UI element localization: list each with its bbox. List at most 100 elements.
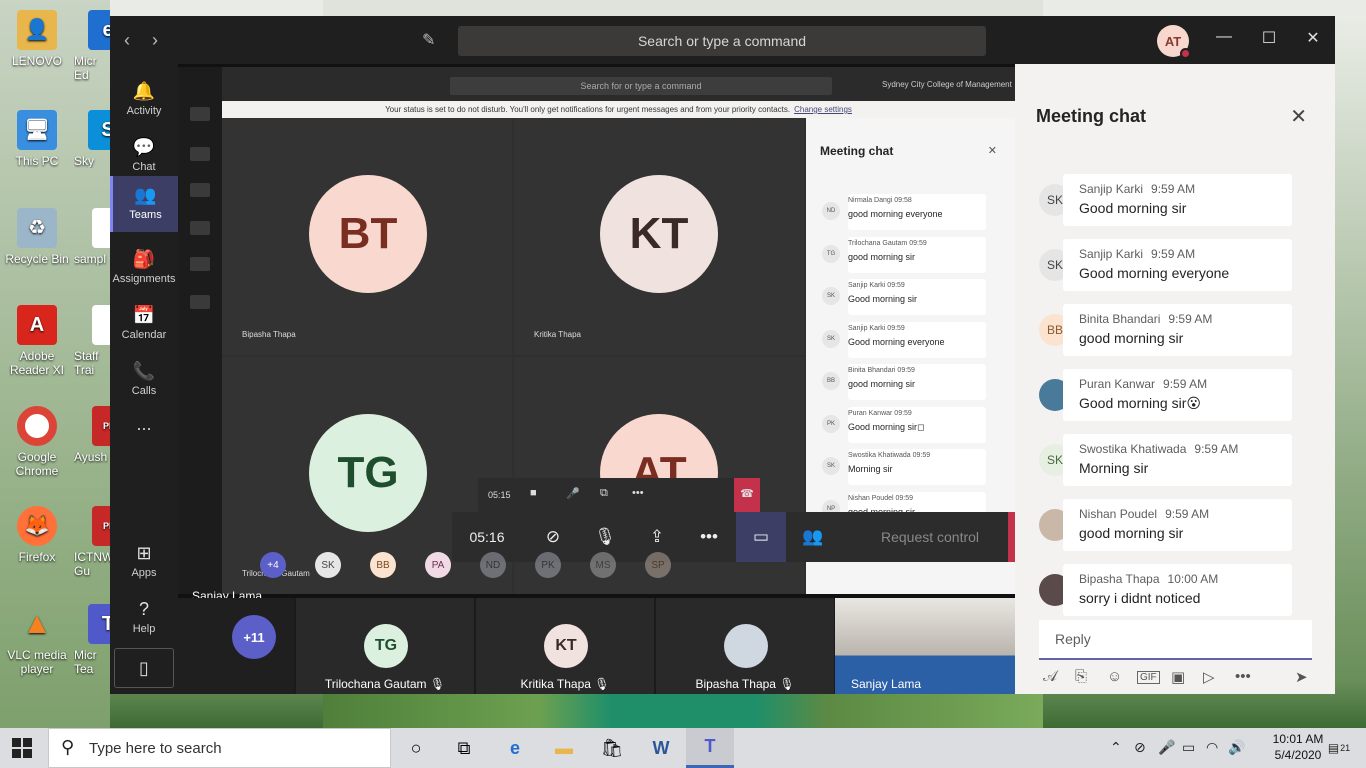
- rail-more[interactable]: ...: [110, 414, 178, 470]
- desktop-icon-edge[interactable]: e Micr Ed: [74, 10, 110, 82]
- desktop-icon-lenovo[interactable]: 👤 LENOVO: [1, 10, 73, 68]
- chat-text: Good morning sir😮: [1079, 395, 1201, 411]
- mini-avatar[interactable]: SK: [315, 552, 341, 578]
- rail-activity[interactable]: 🔔 Activity: [110, 72, 178, 128]
- desktop-icon-teams[interactable]: T Micr Tea: [74, 604, 110, 676]
- request-control-button[interactable]: Request control: [852, 512, 1008, 562]
- close-window-icon[interactable]: ✕: [1303, 28, 1323, 48]
- taskbar-search[interactable]: ⚲ Type here to search: [48, 728, 391, 768]
- meet-now-icon[interactable]: ▷: [1203, 668, 1215, 686]
- clock[interactable]: 10:01 AM 5/4/2020: [1268, 731, 1328, 763]
- format-icon[interactable]: 𝒜: [1043, 668, 1057, 685]
- reply-input[interactable]: Reply: [1039, 620, 1312, 660]
- show-chat-button[interactable]: ▭: [736, 512, 786, 562]
- wifi-icon[interactable]: ◠: [1206, 739, 1218, 756]
- rail-label: Activity: [126, 105, 162, 117]
- participant-tile[interactable]: TG Trilochana Gautam 🎙: [296, 598, 474, 694]
- dnd-banner-text: Your status is set to do not disturb. Yo…: [385, 105, 791, 114]
- cortana-icon[interactable]: ○: [392, 728, 440, 768]
- desktop-icon-skype[interactable]: S Sky: [74, 110, 110, 168]
- more-actions-button[interactable]: •••: [684, 512, 734, 562]
- search-icon: ⚲: [61, 737, 75, 757]
- desktop-icon-chrome[interactable]: Google Chrome: [1, 406, 73, 478]
- shared-org-name: Sydney City College of Management: [882, 80, 1012, 89]
- rail-calendar[interactable]: 📅 Calendar: [110, 296, 178, 352]
- participant-name-text: Bipasha Thapa: [695, 677, 776, 691]
- network-error-icon[interactable]: ⊘: [1134, 739, 1146, 756]
- shared-tile-initials: BT: [309, 175, 427, 293]
- participant-tile[interactable]: KT Kritika Thapa 🎙: [476, 598, 654, 694]
- mini-avatar[interactable]: ND: [480, 552, 506, 578]
- desktop-icon-vlc[interactable]: ▲ VLC media player: [1, 604, 73, 677]
- volume-icon[interactable]: 🔊: [1228, 739, 1245, 756]
- shared-chat-sender: Binita Bhandari 09:59: [848, 367, 915, 374]
- word-icon[interactable]: W: [637, 728, 685, 768]
- share-tray-icon: ⇪: [649, 527, 665, 546]
- gif-icon[interactable]: GIF: [1137, 671, 1160, 684]
- compose-icon[interactable]: ✎: [422, 30, 435, 50]
- edge-icon[interactable]: e: [491, 728, 539, 768]
- participant-name: Trilochana Gautam 🎙: [296, 677, 474, 691]
- rail-assignments[interactable]: 🎒 Assignments: [110, 240, 178, 296]
- participants-button[interactable]: 👥: [788, 512, 838, 562]
- desktop-icon-firefox[interactable]: 🦊 Firefox: [1, 506, 73, 564]
- teams-taskbar-icon[interactable]: T: [686, 728, 734, 768]
- chat-message[interactable]: Sanjip Karki 9:59 AM Good morning everyone: [1063, 239, 1292, 291]
- desktop-icon-adobe-reader[interactable]: A Adobe Reader XI: [1, 305, 73, 377]
- chat-message[interactable]: Binita Bhandari 9:59 AM good morning sir: [1063, 304, 1292, 356]
- participant-video-tile[interactable]: Sanjay Lama: [835, 598, 1015, 694]
- desktop-icon-staff-training[interactable]: Staff Trai: [74, 305, 110, 377]
- store-icon[interactable]: 🛍: [588, 728, 636, 768]
- folder-user-icon: 👤: [17, 10, 57, 50]
- taskbar: ⚲ Type here to search ○ ⧉ e ▬ 🛍 W T ⌃ ⊘ …: [0, 728, 1366, 768]
- chat-message[interactable]: Swostika Khatiwada 9:59 AM Morning sir: [1063, 434, 1292, 486]
- assignments-icon: 🎒: [132, 249, 156, 269]
- mini-avatar[interactable]: BB: [370, 552, 396, 578]
- show-hidden-icons[interactable]: ⌃: [1110, 739, 1122, 756]
- chat-sender-name: Puran Kanwar: [1079, 377, 1156, 391]
- shared-chat-message: Swostika Khatiwada 09:59 Morning sir: [848, 449, 986, 485]
- microphone-icon[interactable]: 🎤: [1158, 739, 1175, 756]
- user-avatar[interactable]: AT: [1157, 25, 1191, 59]
- rail-calls[interactable]: 📞 Calls: [110, 352, 178, 408]
- close-icon[interactable]: ✕: [1290, 104, 1307, 129]
- mini-avatar[interactable]: PA: [425, 552, 451, 578]
- chat-icon: ▭: [752, 527, 770, 546]
- desktop-icon-this-pc[interactable]: 🖥 This PC: [1, 110, 73, 168]
- mini-avatar[interactable]: MS: [590, 552, 616, 578]
- mini-avatar[interactable]: SP: [645, 552, 671, 578]
- chat-message[interactable]: Puran Kanwar 9:59 AM Good morning sir😮: [1063, 369, 1292, 421]
- desktop-icon-ictnwk[interactable]: PDF ICTNW Gu: [74, 506, 110, 578]
- desktop-icon-ayush[interactable]: PDF Ayush: [74, 406, 110, 464]
- participant-tile[interactable]: Bipasha Thapa 🎙: [656, 598, 834, 694]
- start-button[interactable]: [12, 738, 32, 758]
- rail-teams[interactable]: 👥 Teams: [110, 176, 178, 232]
- chat-message[interactable]: Sanjip Karki 9:59 AM Good morning sir: [1063, 174, 1292, 226]
- mobile-app-icon[interactable]: ▯: [114, 648, 174, 688]
- forward-arrow-icon[interactable]: ›: [152, 30, 158, 51]
- overflow-tile[interactable]: +11: [178, 598, 294, 694]
- rail-apps[interactable]: ⊞ Apps: [110, 534, 178, 590]
- desktop-icon-recycle-bin[interactable]: ♻ Recycle Bin: [1, 208, 73, 266]
- minimize-icon[interactable]: —: [1214, 28, 1234, 46]
- more-icon: •••: [700, 527, 718, 546]
- mini-avatar[interactable]: +4: [260, 552, 286, 578]
- command-search-box[interactable]: Search or type a command: [458, 26, 986, 56]
- more-icon[interactable]: •••: [1235, 668, 1251, 685]
- emoji-icon[interactable]: ☺: [1107, 668, 1122, 685]
- task-view-icon[interactable]: ⧉: [440, 728, 488, 768]
- battery-icon[interactable]: ▭: [1182, 739, 1195, 756]
- sticker-icon[interactable]: ▣: [1171, 668, 1185, 686]
- chat-message[interactable]: Nishan Poudel 9:59 AM good morning sir: [1063, 499, 1292, 551]
- mini-avatar[interactable]: PK: [535, 552, 561, 578]
- back-arrow-icon[interactable]: ‹: [124, 30, 130, 51]
- action-center-button[interactable]: ▤ 21: [1328, 738, 1350, 758]
- desktop-icon-sample[interactable]: sampl: [74, 208, 110, 266]
- maximize-icon[interactable]: ☐: [1259, 28, 1279, 48]
- file-explorer-icon[interactable]: ▬: [540, 728, 588, 768]
- rail-help[interactable]: ? Help: [110, 590, 178, 646]
- send-icon[interactable]: ➤: [1295, 668, 1308, 686]
- chat-avatar-initials: BB: [1046, 323, 1063, 337]
- attach-icon[interactable]: ⎘: [1075, 668, 1087, 685]
- chat-message[interactable]: Bipasha Thapa 10:00 AM sorry i didnt notic…: [1063, 564, 1292, 616]
